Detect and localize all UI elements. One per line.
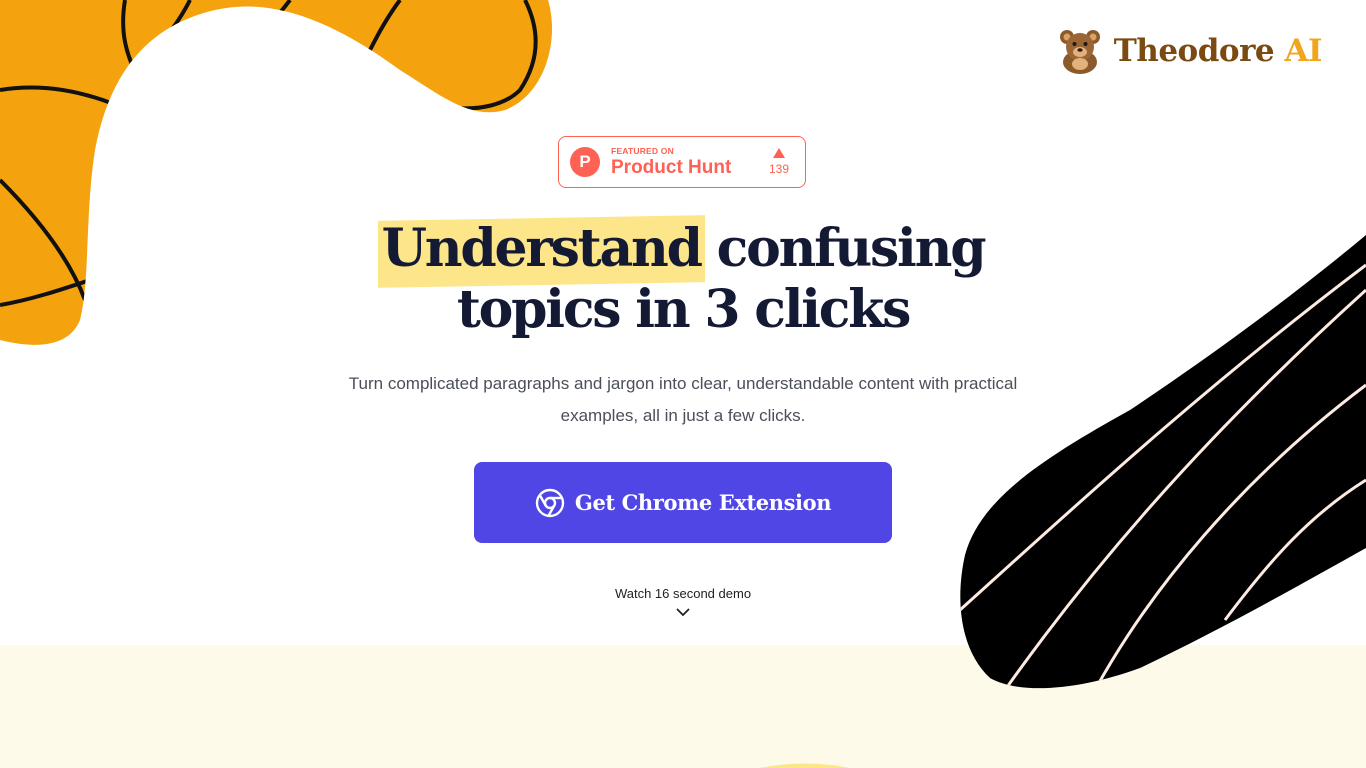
- watch-demo-label: Watch 16 second demo: [614, 586, 752, 601]
- landing-page: Theodore AI P FEATURED ON Product Hunt 1…: [0, 0, 1366, 768]
- brand-name: Theodore AI: [1113, 33, 1323, 69]
- headline-highlight: Understand: [381, 218, 703, 279]
- product-hunt-badge[interactable]: P FEATURED ON Product Hunt 139: [558, 136, 806, 188]
- upvote-counter: 139: [769, 148, 789, 176]
- chevron-down-icon: [676, 608, 690, 617]
- headline-line2: topics in 3 clicks: [456, 279, 912, 340]
- product-hunt-text: FEATURED ON Product Hunt: [611, 147, 731, 178]
- get-chrome-extension-button[interactable]: Get Chrome Extension: [474, 462, 892, 543]
- next-section-band: [0, 645, 1366, 768]
- upvote-arrow-icon: [772, 148, 785, 158]
- brand-home-link[interactable]: Theodore AI: [1058, 28, 1322, 74]
- hero-headline: Understand confusing topics in 3 clicks: [183, 218, 1183, 340]
- cta-label: Get Chrome Extension: [574, 490, 832, 515]
- teddy-bear-icon: [1059, 30, 1100, 74]
- upvote-count: 139: [768, 162, 789, 176]
- product-hunt-name: Product Hunt: [611, 157, 732, 179]
- headline-rest-line1: confusing: [700, 218, 987, 279]
- watch-demo-link[interactable]: Watch 16 second demo: [583, 586, 783, 617]
- product-hunt-logo-icon: P: [570, 147, 600, 177]
- hero-subtitle: Turn complicated paragraphs and jargon i…: [348, 374, 1018, 425]
- chrome-icon: [535, 488, 565, 517]
- featured-on-label: FEATURED ON: [611, 145, 674, 156]
